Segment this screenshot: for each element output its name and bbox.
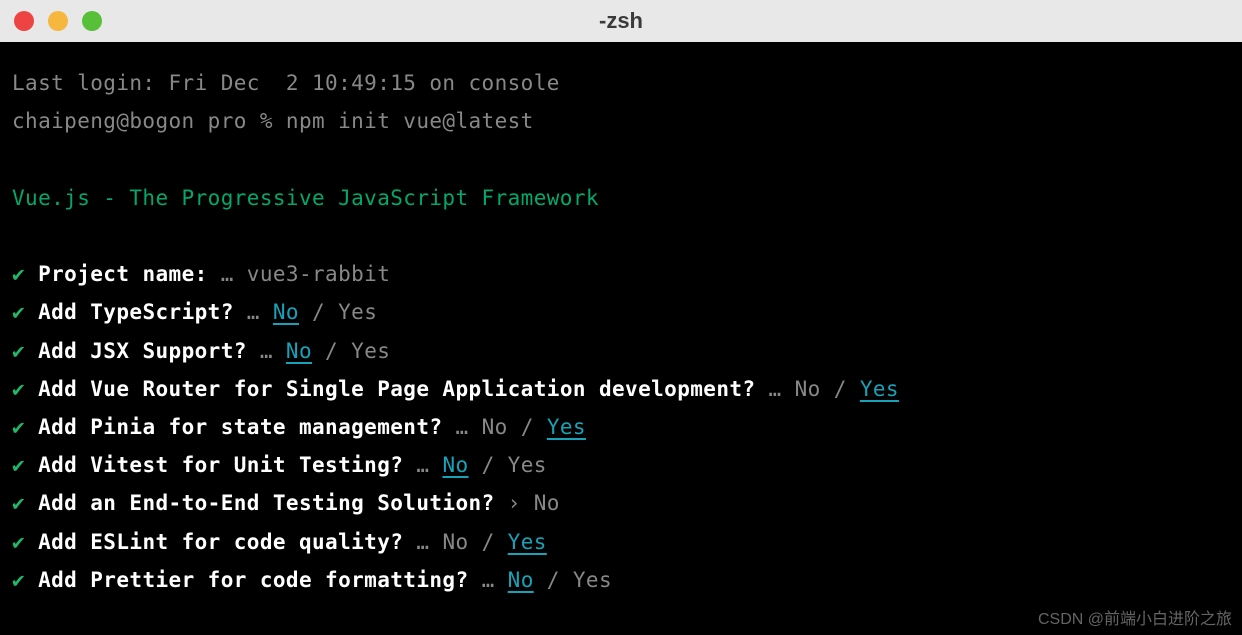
check-icon: ✔ [12,415,38,439]
slash-separator: / [299,300,338,324]
prompt-line: ✔ Add JSX Support? … No / Yes [12,332,1230,370]
check-icon: ✔ [12,491,38,515]
option-no: No [442,453,468,477]
option-no: No [286,339,312,363]
check-icon: ✔ [12,568,38,592]
option-yes: Yes [508,453,547,477]
prompt-line: ✔ Add Vitest for Unit Testing? … No / Ye… [12,446,1230,484]
option-yes: Yes [573,568,612,592]
ellipsis: … [482,568,508,592]
prompt-question: Add Prettier for code formatting? [38,568,481,592]
vue-banner: Vue.js - The Progressive JavaScript Fram… [12,179,1230,217]
check-icon: ✔ [12,377,38,401]
ellipsis: … [221,262,247,286]
prompt-line: ✔ Add TypeScript? … No / Yes [12,293,1230,331]
slash-separator: / [469,453,508,477]
prompt-question: Project name: [38,262,221,286]
caret-icon: › [508,491,534,515]
traffic-lights [14,11,102,31]
close-button[interactable] [14,11,34,31]
prompt-question: Add JSX Support? [38,339,260,363]
check-icon: ✔ [12,530,38,554]
window-title: -zsh [599,8,643,34]
check-icon: ✔ [12,339,38,363]
slash-separator: / [508,415,547,439]
terminal-content[interactable]: Last login: Fri Dec 2 10:49:15 on consol… [0,42,1242,621]
prompt-line: ✔ Project name: … vue3-rabbit [12,255,1230,293]
slash-separator: / [821,377,860,401]
command-line: chaipeng@bogon pro % npm init vue@latest [12,102,1230,140]
prompt-line: ✔ Add ESLint for code quality? … No / Ye… [12,523,1230,561]
option-yes: Yes [338,300,377,324]
option-no: No [508,568,534,592]
ellipsis: … [416,530,442,554]
ellipsis: … [416,453,442,477]
check-icon: ✔ [12,453,38,477]
check-icon: ✔ [12,300,38,324]
option-no: No [273,300,299,324]
ellipsis: … [247,300,273,324]
option-yes: Yes [860,377,899,401]
window-titlebar: -zsh [0,0,1242,42]
slash-separator: / [312,339,351,363]
option-yes: Yes [547,415,586,439]
option-no: No [482,415,508,439]
command-text: npm init vue@latest [286,109,534,133]
maximize-button[interactable] [82,11,102,31]
ellipsis: … [455,415,481,439]
prompt-question: Add Vue Router for Single Page Applicati… [38,377,768,401]
prompt-question: Add an End-to-End Testing Solution? [38,491,508,515]
ellipsis: … [769,377,795,401]
minimize-button[interactable] [48,11,68,31]
shell-prompt: chaipeng@bogon pro % [12,109,286,133]
blank-line [12,140,1230,178]
prompt-line: ✔ Add Vue Router for Single Page Applica… [12,370,1230,408]
prompt-question: Add Pinia for state management? [38,415,455,439]
check-icon: ✔ [12,262,38,286]
prompt-question: Add TypeScript? [38,300,247,324]
watermark: CSDN @前端小白进阶之旅 [1038,605,1232,629]
last-login-line: Last login: Fri Dec 2 10:49:15 on consol… [12,64,1230,102]
prompt-line: ✔ Add an End-to-End Testing Solution? › … [12,484,1230,522]
option-no: No [795,377,821,401]
prompt-line: ✔ Add Pinia for state management? … No /… [12,408,1230,446]
prompt-line: ✔ Add Prettier for code formatting? … No… [12,561,1230,599]
ellipsis: … [260,339,286,363]
option-no: No [442,530,468,554]
slash-separator: / [534,568,573,592]
prompt-answer: No [534,491,560,515]
option-yes: Yes [508,530,547,554]
prompt-question: Add ESLint for code quality? [38,530,416,554]
prompt-answer: vue3-rabbit [247,262,390,286]
blank-line [12,217,1230,255]
option-yes: Yes [351,339,390,363]
prompt-question: Add Vitest for Unit Testing? [38,453,416,477]
slash-separator: / [469,530,508,554]
